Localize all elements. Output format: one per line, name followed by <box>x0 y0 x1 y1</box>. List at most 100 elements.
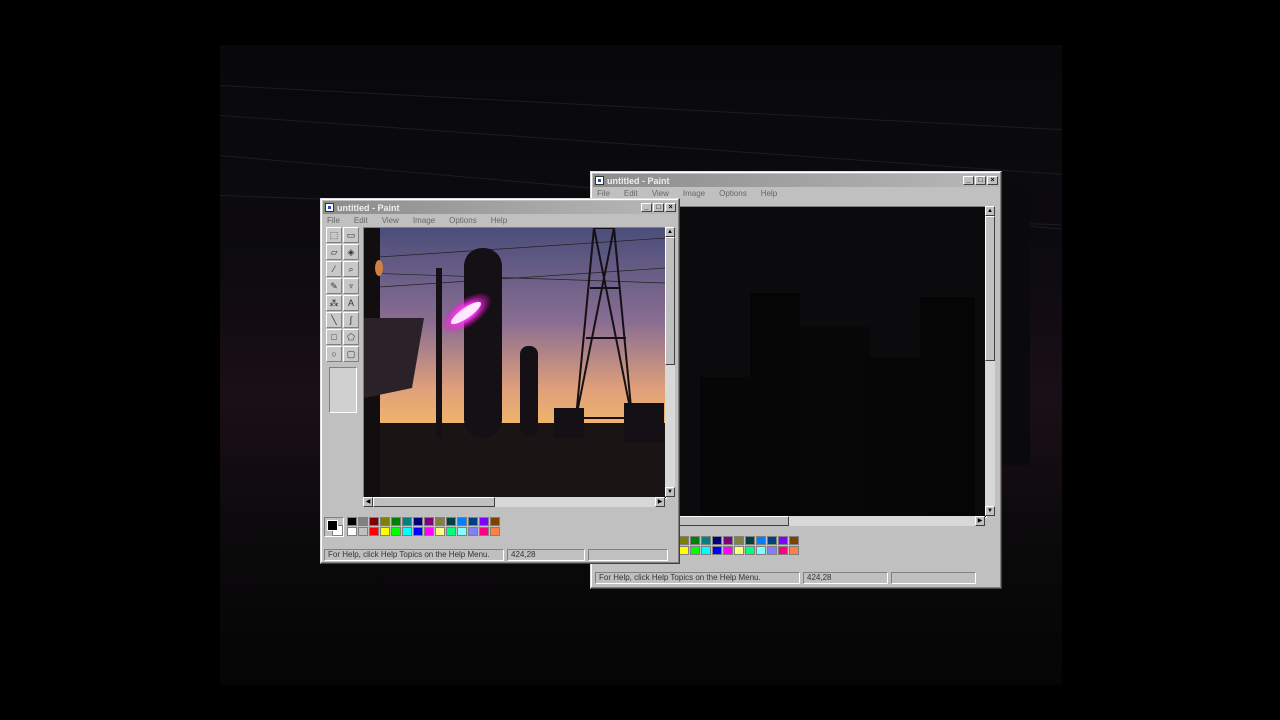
color-swatch[interactable] <box>745 546 755 555</box>
color-swatch[interactable] <box>380 517 390 526</box>
color-swatch[interactable] <box>701 536 711 545</box>
color-swatch[interactable] <box>490 527 500 536</box>
color-swatch[interactable] <box>745 536 755 545</box>
close-button[interactable]: × <box>665 203 676 212</box>
brush-icon[interactable]: ♆ <box>343 278 359 294</box>
scroll-up-button[interactable]: ▲ <box>985 206 995 216</box>
curve-icon[interactable]: ∫ <box>343 312 359 328</box>
pick-color-icon[interactable]: ⁄ <box>326 261 342 277</box>
color-swatch[interactable] <box>789 536 799 545</box>
maximize-button[interactable]: □ <box>653 203 664 212</box>
minimize-button[interactable]: _ <box>641 203 652 212</box>
drawing-canvas[interactable] <box>363 227 667 499</box>
color-swatch[interactable] <box>723 546 733 555</box>
scroll-right-button[interactable]: ▶ <box>655 497 665 507</box>
color-swatch[interactable] <box>767 536 777 545</box>
horizontal-scroll-thumb[interactable] <box>679 516 789 526</box>
vertical-scrollbar[interactable]: ▲ ▼ <box>985 206 995 516</box>
title-bar[interactable]: untitled - Paint _ □ × <box>323 201 677 214</box>
color-swatch[interactable] <box>712 546 722 555</box>
color-swatch[interactable] <box>756 536 766 545</box>
close-button[interactable]: × <box>987 176 998 185</box>
color-swatch[interactable] <box>402 527 412 536</box>
color-swatch[interactable] <box>358 527 368 536</box>
color-swatch[interactable] <box>457 527 467 536</box>
color-swatch[interactable] <box>679 536 689 545</box>
color-swatch[interactable] <box>347 517 357 526</box>
color-swatch[interactable] <box>712 536 722 545</box>
magnifier-icon[interactable]: ⌕ <box>343 261 359 277</box>
color-swatch[interactable] <box>424 527 434 536</box>
menu-image[interactable]: Image <box>681 189 707 201</box>
color-swatch[interactable] <box>734 536 744 545</box>
status-size <box>588 549 668 561</box>
color-swatch[interactable] <box>391 517 401 526</box>
color-swatch[interactable] <box>369 517 379 526</box>
color-swatch[interactable] <box>778 546 788 555</box>
color-swatch[interactable] <box>369 527 379 536</box>
color-palette <box>324 517 500 537</box>
pencil-icon[interactable]: ✎ <box>326 278 342 294</box>
color-swatch[interactable] <box>789 546 799 555</box>
color-swatch[interactable] <box>679 546 689 555</box>
color-swatch[interactable] <box>413 527 423 536</box>
paint-window-front[interactable]: untitled - Paint _ □ × File Edit View Im… <box>320 198 680 564</box>
scroll-down-button[interactable]: ▼ <box>665 487 675 497</box>
scroll-down-button[interactable]: ▼ <box>985 506 995 516</box>
vertical-scrollbar[interactable]: ▲ ▼ <box>665 227 675 497</box>
vertical-scroll-thumb[interactable] <box>665 237 675 365</box>
color-swatch[interactable] <box>479 517 489 526</box>
color-swatch[interactable] <box>435 527 445 536</box>
color-swatch[interactable] <box>490 517 500 526</box>
color-swatch[interactable] <box>358 517 368 526</box>
color-swatch[interactable] <box>701 546 711 555</box>
rectangle-icon[interactable]: □ <box>326 329 342 345</box>
color-swatch[interactable] <box>767 546 777 555</box>
color-swatch[interactable] <box>446 517 456 526</box>
polygon-icon[interactable]: ⬠ <box>343 329 359 345</box>
select-icon[interactable]: ▭ <box>343 227 359 243</box>
color-swatch[interactable] <box>446 527 456 536</box>
ellipse-icon[interactable]: ○ <box>326 346 342 362</box>
color-swatch[interactable] <box>347 527 357 536</box>
line-icon[interactable]: ╲ <box>326 312 342 328</box>
color-swatch[interactable] <box>435 517 445 526</box>
scroll-left-button[interactable]: ◀ <box>363 497 373 507</box>
color-swatch[interactable] <box>391 527 401 536</box>
horizontal-scroll-thumb[interactable] <box>373 497 495 507</box>
airbrush-icon[interactable]: ⁂ <box>326 295 342 311</box>
color-swatch[interactable] <box>468 517 478 526</box>
color-swatch[interactable] <box>690 536 700 545</box>
color-swatch[interactable] <box>690 546 700 555</box>
maximize-button[interactable]: □ <box>975 176 986 185</box>
status-bar: For Help, click Help Topics on the Help … <box>324 549 668 561</box>
color-swatch[interactable] <box>468 527 478 536</box>
color-swatch[interactable] <box>402 517 412 526</box>
menu-options[interactable]: Options <box>717 189 749 201</box>
eraser-icon[interactable]: ▱ <box>326 244 342 260</box>
color-swatch[interactable] <box>380 527 390 536</box>
color-swatch[interactable] <box>479 527 489 536</box>
color-swatch[interactable] <box>756 546 766 555</box>
color-swatch[interactable] <box>424 517 434 526</box>
text-icon[interactable]: A <box>343 295 359 311</box>
minimize-button[interactable]: _ <box>963 176 974 185</box>
drawing-canvas[interactable] <box>679 206 987 518</box>
title-bar[interactable]: untitled - Paint _ □ × <box>593 174 999 187</box>
free-select-icon[interactable]: ⬚ <box>326 227 342 243</box>
horizontal-scrollbar[interactable]: ▶ <box>679 516 985 526</box>
color-swatch[interactable] <box>723 536 733 545</box>
current-colors[interactable] <box>324 517 344 537</box>
color-swatch[interactable] <box>778 536 788 545</box>
rounded-rectangle-icon[interactable]: ▢ <box>343 346 359 362</box>
color-swatch[interactable] <box>457 517 467 526</box>
menu-help[interactable]: Help <box>759 189 779 201</box>
fill-icon[interactable]: ◈ <box>343 244 359 260</box>
scroll-up-button[interactable]: ▲ <box>665 227 675 237</box>
color-swatch[interactable] <box>413 517 423 526</box>
tool-options-panel[interactable] <box>329 367 357 413</box>
scroll-right-button[interactable]: ▶ <box>975 516 985 526</box>
color-swatch[interactable] <box>734 546 744 555</box>
vertical-scroll-thumb[interactable] <box>985 216 995 361</box>
horizontal-scrollbar[interactable]: ◀ ▶ <box>363 497 665 507</box>
